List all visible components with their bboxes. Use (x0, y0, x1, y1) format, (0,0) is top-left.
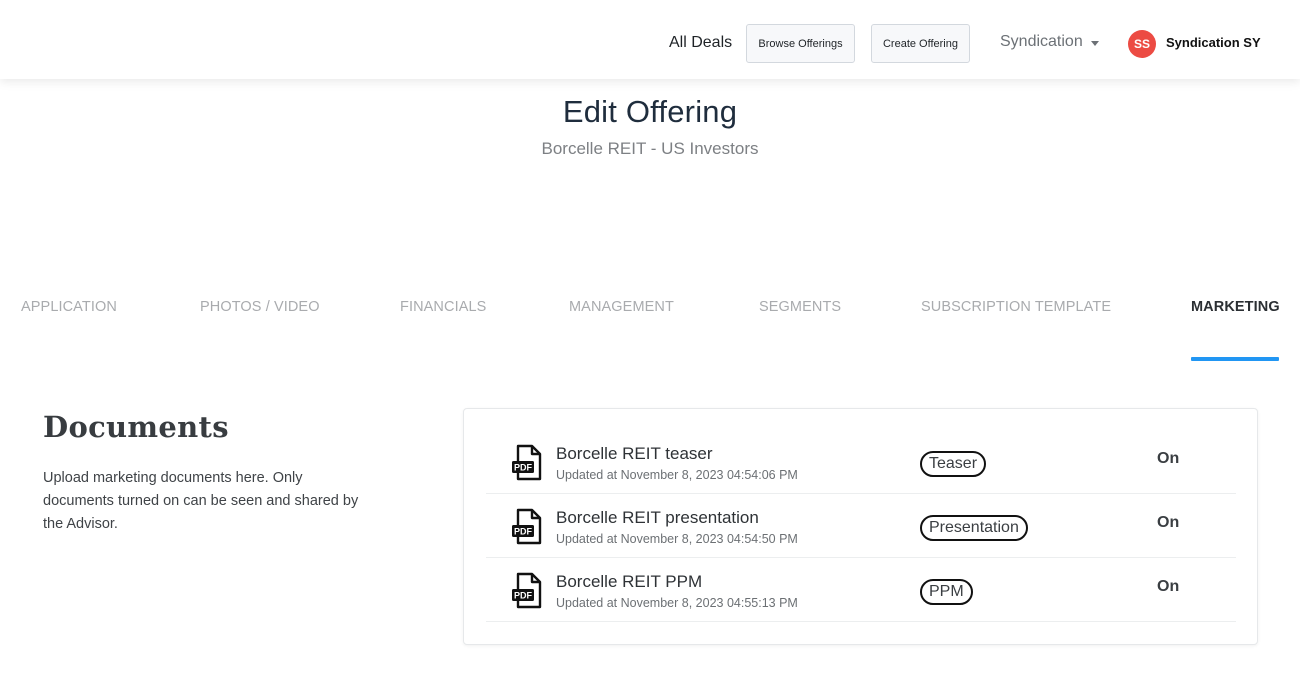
caret-down-icon (1090, 40, 1099, 46)
create-offering-button[interactable]: Create Offering (871, 24, 970, 63)
pdf-file-icon[interactable]: PDF (510, 444, 544, 482)
document-row: PDF Borcelle REIT PPM Updated at Novembe… (486, 558, 1236, 622)
page-title: Edit Offering (562, 94, 738, 129)
pdf-file-icon[interactable]: PDF (510, 572, 544, 610)
tab-segments[interactable]: SEGMENTS (759, 299, 841, 315)
documents-description: Upload marketing documents here. Only do… (43, 470, 359, 532)
svg-text:PDF: PDF (514, 527, 533, 537)
tab-management[interactable]: MANAGEMENT (569, 299, 674, 315)
document-name[interactable]: Borcelle REIT teaser (556, 444, 713, 464)
offering-tabs: APPLICATION PHOTOS / VIDEO FINANCIALS MA… (0, 299, 1300, 363)
document-status-toggle[interactable]: On (1157, 578, 1179, 596)
page-header: Edit Offering Borcelle REIT - US Investo… (0, 94, 1300, 159)
documents-heading: Documents (43, 410, 229, 444)
tab-financials[interactable]: FINANCIALS (400, 299, 486, 315)
document-row: PDF Borcelle REIT presentation Updated a… (486, 494, 1236, 558)
document-updated-timestamp: Updated at November 8, 2023 04:55:13 PM (556, 596, 798, 610)
document-updated-timestamp: Updated at November 8, 2023 04:54:06 PM (556, 468, 798, 482)
syndication-dropdown[interactable]: Syndication (1000, 33, 1099, 51)
document-name[interactable]: Borcelle REIT presentation (556, 508, 759, 528)
tab-photos-video[interactable]: PHOTOS / VIDEO (200, 299, 320, 315)
document-tag-badge: PPM (920, 579, 973, 605)
page-subtitle: Borcelle REIT - US Investors (541, 139, 759, 158)
document-status-toggle[interactable]: On (1157, 450, 1179, 468)
tab-application[interactable]: APPLICATION (21, 299, 117, 315)
tab-marketing[interactable]: MARKETING (1191, 299, 1280, 315)
top-navigation-bar: All Deals Browse Offerings Create Offeri… (0, 0, 1300, 79)
pdf-file-icon[interactable]: PDF (510, 508, 544, 546)
avatar: SS (1128, 30, 1156, 58)
document-tag-badge: Presentation (920, 515, 1028, 541)
tab-subscription-template[interactable]: SUBSCRIPTION TEMPLATE (921, 299, 1111, 315)
syndication-dropdown-label: Syndication (1000, 33, 1083, 50)
document-name[interactable]: Borcelle REIT PPM (556, 572, 702, 592)
svg-text:PDF: PDF (514, 463, 533, 473)
documents-list-card: PDF Borcelle REIT teaser Updated at Nove… (463, 408, 1258, 645)
user-menu[interactable]: SS Syndication SY (1128, 30, 1261, 58)
document-status-toggle[interactable]: On (1157, 514, 1179, 532)
all-deals-link[interactable]: All Deals (669, 34, 732, 52)
document-tag-badge: Teaser (920, 451, 987, 477)
svg-text:PDF: PDF (514, 591, 533, 601)
document-row: PDF Borcelle REIT teaser Updated at Nove… (486, 430, 1236, 494)
active-tab-indicator (1191, 357, 1279, 361)
user-name: Syndication SY (1166, 34, 1261, 50)
browse-offerings-button[interactable]: Browse Offerings (746, 24, 855, 63)
document-updated-timestamp: Updated at November 8, 2023 04:54:50 PM (556, 532, 798, 546)
